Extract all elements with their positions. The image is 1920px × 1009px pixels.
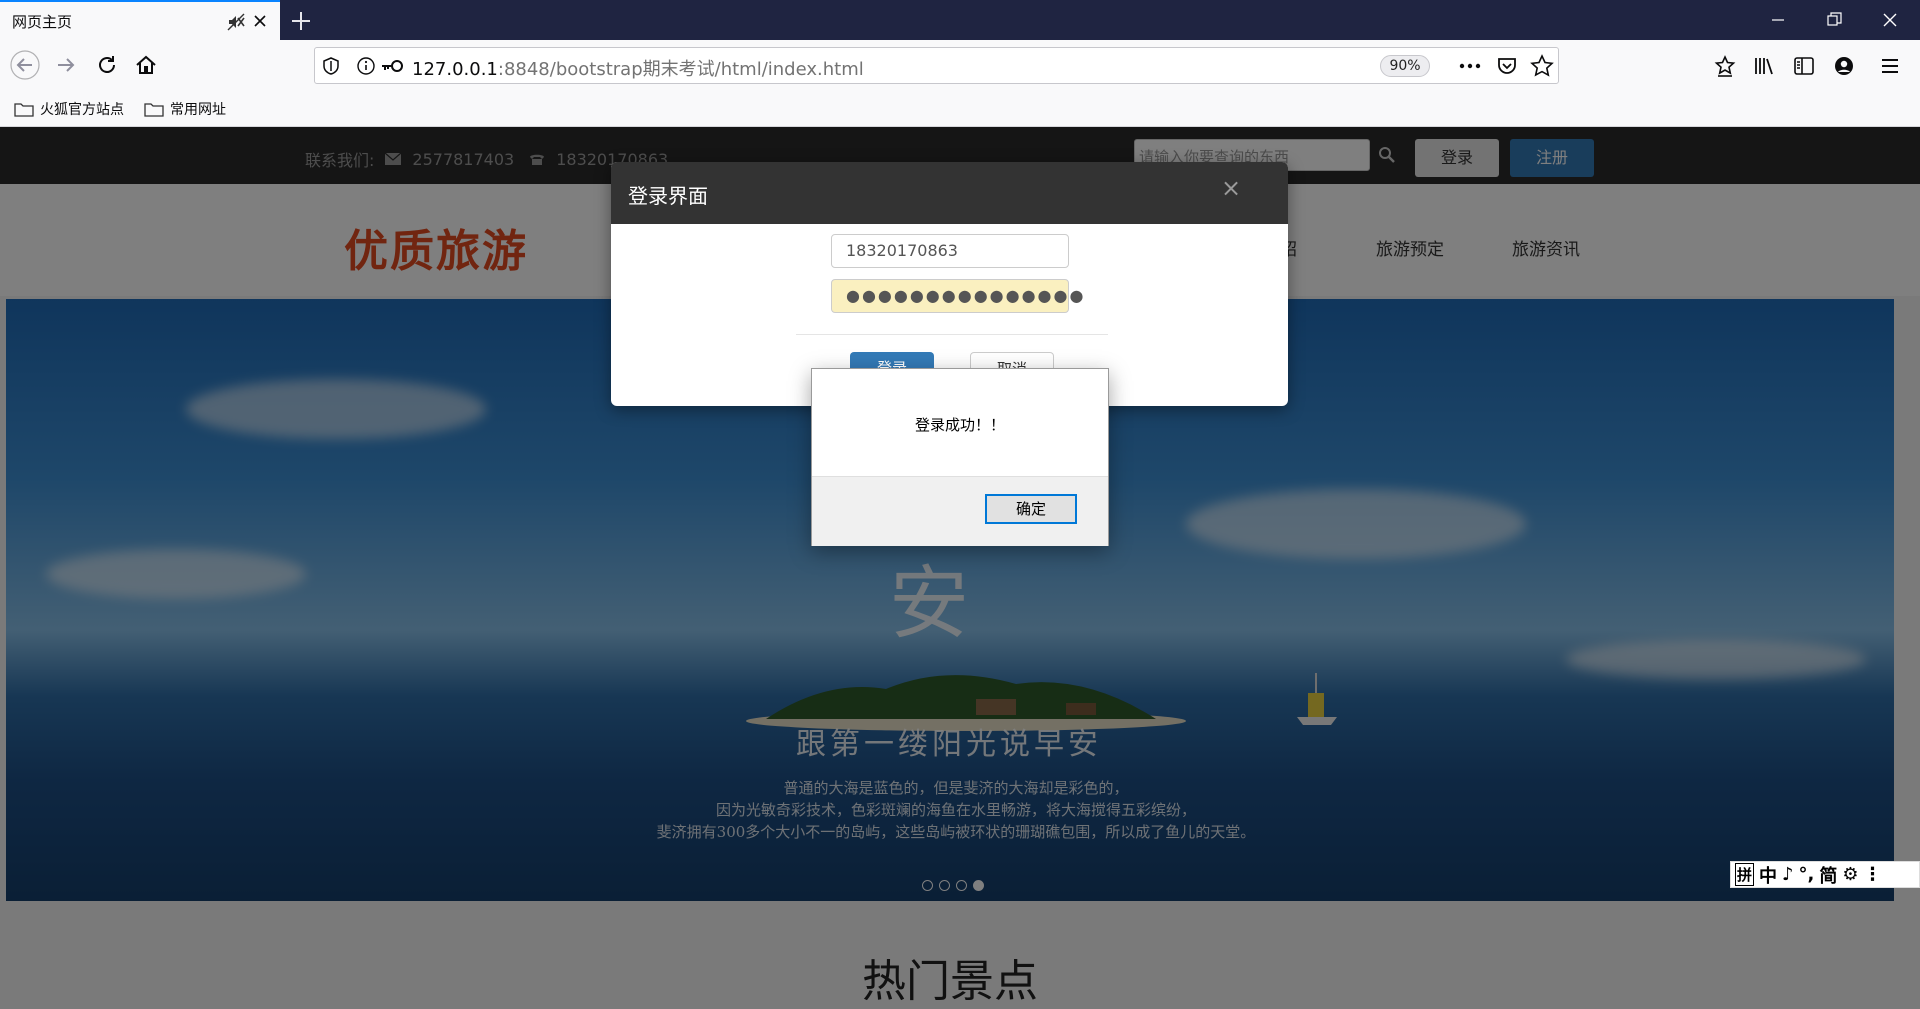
ime-chinese-mode[interactable]: 中 bbox=[1759, 862, 1777, 888]
ime-more-icon[interactable]: ⋮ bbox=[1864, 864, 1882, 885]
sidebar-icon[interactable] bbox=[1792, 54, 1816, 78]
alert-ok-button[interactable]: 确定 bbox=[985, 494, 1077, 524]
url-host: 127.0.0.1 bbox=[412, 59, 498, 80]
tab-active[interactable]: 网页主页 bbox=[0, 0, 280, 40]
menu-hamburger-icon[interactable] bbox=[1878, 54, 1902, 78]
ime-pinyin-icon[interactable]: 拼 bbox=[1735, 863, 1755, 886]
folder-icon bbox=[14, 101, 34, 117]
key-icon[interactable] bbox=[380, 57, 404, 75]
ime-toolbar: 拼 中 ♪ °, 简 ⚙ ⋮ bbox=[1730, 861, 1920, 888]
alert-footer: 确定 bbox=[812, 476, 1108, 546]
ime-simplified[interactable]: 简 bbox=[1819, 862, 1837, 888]
reload-icon[interactable] bbox=[92, 50, 122, 80]
bookmark-star-icon[interactable] bbox=[1530, 54, 1554, 78]
close-window-icon[interactable] bbox=[1880, 10, 1900, 30]
restore-icon[interactable] bbox=[1824, 10, 1844, 30]
reading-list-icon[interactable] bbox=[1713, 54, 1737, 78]
bookmark-label: 常用网址 bbox=[170, 102, 226, 118]
new-tab-icon[interactable] bbox=[288, 8, 314, 34]
bookmark-folder-firefox[interactable]: 火狐官方站点 bbox=[14, 99, 124, 119]
zoom-indicator[interactable]: 90% bbox=[1380, 55, 1430, 77]
minimize-icon[interactable] bbox=[1768, 10, 1788, 30]
pocket-icon[interactable] bbox=[1496, 55, 1518, 77]
ime-punctuation-icon[interactable]: °, bbox=[1799, 864, 1815, 885]
home-icon[interactable] bbox=[131, 50, 161, 80]
info-icon[interactable] bbox=[356, 56, 376, 76]
url-text[interactable]: 127.0.0.1:8848/bootstrap期末考试/html/index.… bbox=[412, 55, 864, 81]
ime-settings-icon[interactable]: ⚙ bbox=[1842, 864, 1858, 885]
alert-message: 登录成功！！ bbox=[914, 416, 1005, 434]
tab-muted-icon[interactable] bbox=[226, 12, 246, 32]
tab-title: 网页主页 bbox=[12, 13, 73, 31]
page-actions-icon[interactable] bbox=[1458, 56, 1482, 76]
url-path: :8848/bootstrap期末考试/html/index.html bbox=[497, 59, 864, 80]
bookmark-folder-common[interactable]: 常用网址 bbox=[144, 99, 226, 119]
ime-moon-icon[interactable]: ♪ bbox=[1782, 864, 1794, 885]
close-tab-icon[interactable] bbox=[252, 13, 268, 29]
bookmark-label: 火狐官方站点 bbox=[40, 102, 124, 118]
account-icon[interactable] bbox=[1832, 54, 1856, 78]
forward-arrow-icon[interactable] bbox=[51, 50, 81, 80]
back-arrow-icon[interactable] bbox=[10, 50, 40, 80]
folder-icon bbox=[144, 101, 164, 117]
shield-icon[interactable] bbox=[320, 55, 342, 77]
library-icon[interactable] bbox=[1752, 54, 1776, 78]
bookmarks-toolbar bbox=[0, 92, 1920, 127]
alert-dialog: 登录成功！！ 确定 bbox=[811, 368, 1109, 546]
